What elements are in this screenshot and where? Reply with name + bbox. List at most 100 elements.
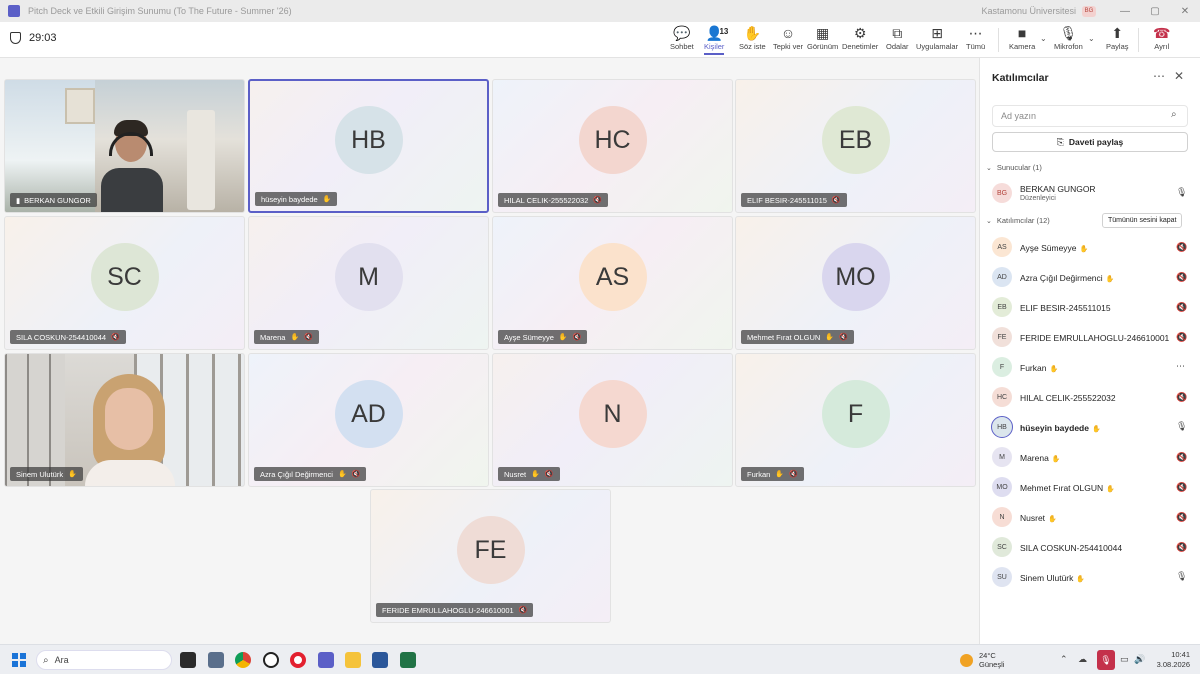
- leave-button[interactable]: ☎ Ayrıl: [1153, 25, 1170, 55]
- participant-row[interactable]: HB hüseyin baydede ✋ 🎙: [980, 414, 1200, 440]
- close-window-button[interactable]: ✕: [1170, 6, 1200, 17]
- video-tile-m[interactable]: M Marena ✋ 🔇: [248, 216, 489, 350]
- avatar: FE: [992, 327, 1012, 347]
- chevron-up-icon[interactable]: ⌃: [1060, 654, 1068, 665]
- search-icon: ⌕: [43, 654, 49, 666]
- participant-row[interactable]: FE FERIDE EMRULLAHOGLU-246610001 🔇: [980, 324, 1200, 350]
- teams-app-icon: [8, 5, 20, 17]
- chrome-icon[interactable]: [235, 652, 251, 668]
- tile-nameplate: Mehmet Fırat OLGUN ✋ 🔇: [741, 330, 854, 344]
- chatgpt-icon[interactable]: [263, 652, 279, 668]
- mute-all-button[interactable]: Tümünün sesini kapat: [1102, 213, 1183, 228]
- minimize-button[interactable]: —: [1110, 6, 1140, 17]
- more-button[interactable]: ⋯ Tümü: [966, 25, 985, 55]
- view-button[interactable]: ▦ Görünüm: [807, 25, 838, 55]
- participant-row[interactable]: AD Azra Çığıl Değirmenci ✋ 🔇: [980, 264, 1200, 290]
- video-tile-berkan[interactable]: ▮ BERKAN GUNGOR: [4, 79, 245, 213]
- opera-icon[interactable]: [290, 652, 306, 668]
- rooms-button[interactable]: ⧉ Odalar: [886, 25, 909, 55]
- avatar: M: [334, 243, 403, 311]
- video-tile-sinem[interactable]: Sinem Ulutürk ✋: [4, 353, 245, 487]
- raise-hand-button[interactable]: ✋ Söz iste: [739, 25, 766, 55]
- raised-hand-icon: ✋: [1049, 366, 1059, 373]
- participant-video: [83, 374, 179, 486]
- controls-icon: ⚙: [853, 25, 867, 41]
- participant-row[interactable]: F Furkan ✋ ⋯: [980, 354, 1200, 380]
- calculator-icon[interactable]: [208, 652, 224, 668]
- apps-button[interactable]: ⊞ Uygulamalar: [916, 25, 958, 55]
- video-tile-as[interactable]: AS Ayşe Sümeyye ✋ 🔇: [492, 216, 733, 350]
- display-icon[interactable]: ▭: [1120, 654, 1129, 665]
- temperature: 24°C: [979, 651, 996, 660]
- tile-nameplate: hüseyin baydede ✋: [255, 192, 338, 206]
- camera-button[interactable]: ■ Kamera: [1009, 25, 1035, 55]
- video-tile-hb[interactable]: HB hüseyin baydede ✋: [248, 79, 489, 213]
- avatar: SC: [90, 243, 159, 311]
- cloud-icon[interactable]: ☁: [1078, 654, 1087, 665]
- participant-row[interactable]: EB ELIF BESIR-245511015 🔇: [980, 294, 1200, 320]
- video-tile-eb[interactable]: EB ELIF BESIR-245511015 🔇: [735, 79, 976, 213]
- participant-row[interactable]: SC SILA COSKUN-254410044 🔇: [980, 534, 1200, 560]
- raised-hand-icon: ✋: [337, 471, 347, 478]
- raised-hand-icon: ✋: [558, 334, 568, 341]
- mic-off-icon: 🔇: [1176, 332, 1188, 342]
- participant-row[interactable]: HC HILAL CELIK-255522032 🔇: [980, 384, 1200, 410]
- controls-button[interactable]: ⚙ Denetimler: [842, 25, 878, 55]
- avatar: SC: [992, 537, 1012, 557]
- taskbar-search[interactable]: ⌕ Ara: [36, 650, 172, 670]
- raised-hand-icon: ✋: [825, 334, 835, 341]
- participant-row[interactable]: SU Sinem Ulutürk ✋ 🎙: [980, 564, 1200, 590]
- file-explorer-icon[interactable]: [345, 652, 361, 668]
- chat-icon: 💬: [673, 25, 691, 41]
- mic-off-icon: 🔇: [1176, 242, 1188, 252]
- raised-hand-icon: ✋: [1106, 486, 1115, 493]
- task-view-icon[interactable]: [180, 652, 196, 668]
- video-tile-mo[interactable]: MO Mehmet Fırat OLGUN ✋ 🔇: [735, 216, 976, 350]
- participant-row[interactable]: MO Mehmet Fırat OLGUN ✋ 🔇: [980, 474, 1200, 500]
- signal-icon: ▮: [16, 195, 21, 205]
- maximize-button[interactable]: ▢: [1140, 6, 1170, 17]
- video-tile-n[interactable]: N Nusret ✋ 🔇: [492, 353, 733, 487]
- avatar: AS: [578, 243, 647, 311]
- mic-off-icon: 🔇: [1176, 272, 1188, 282]
- avatar: HB: [334, 106, 403, 174]
- video-tile-ad[interactable]: AD Azra Çığıl Değirmenci ✋ 🔇: [248, 353, 489, 487]
- mic-options-chevron-icon[interactable]: ⌄: [1088, 34, 1095, 43]
- panel-more-icon[interactable]: ⋯: [1153, 69, 1165, 83]
- react-button[interactable]: ☺ Tepki ver: [773, 25, 803, 55]
- video-tile-f[interactable]: F Furkan ✋ 🔇: [735, 353, 976, 487]
- avatar: F: [821, 380, 890, 448]
- share-screen-button[interactable]: ⬆ Paylaş: [1106, 25, 1129, 55]
- people-button[interactable]: 👤 13 Kişiler: [704, 25, 728, 55]
- panel-close-icon[interactable]: ✕: [1174, 69, 1184, 83]
- video-tile-sc[interactable]: SC SILA COSKUN-254410044 🔇: [4, 216, 245, 350]
- mic-off-icon: 🔇: [572, 334, 582, 341]
- participant-row[interactable]: M Marena ✋ 🔇: [980, 444, 1200, 470]
- participant-row[interactable]: AS Ayşe Sümeyye ✋ 🔇: [980, 234, 1200, 260]
- word-icon[interactable]: [372, 652, 388, 668]
- participant-row[interactable]: BG BERKAN GUNGOR Düzenleyici 🎙: [980, 180, 1200, 206]
- participant-row[interactable]: N Nusret ✋ 🔇: [980, 504, 1200, 530]
- excel-icon[interactable]: [400, 652, 416, 668]
- presenters-section-toggle[interactable]: ⌄ Sunucular (1): [986, 163, 1042, 172]
- camera-options-chevron-icon[interactable]: ⌄: [1040, 34, 1047, 43]
- attendees-section-toggle[interactable]: ⌄ Katılımcılar (12): [986, 216, 1050, 225]
- weather-widget[interactable]: 24°C Güneşli: [960, 651, 1004, 669]
- avatar: HC: [578, 106, 647, 174]
- microphone-button[interactable]: 🎙 Mikrofon: [1054, 25, 1083, 55]
- chat-button[interactable]: 💬 Sohbet: [670, 25, 694, 55]
- share-invite-button[interactable]: ⎘ Daveti paylaş: [992, 132, 1188, 152]
- react-icon: ☺: [780, 25, 796, 41]
- taskbar-clock[interactable]: 10:41 3.08.2026: [1148, 650, 1190, 670]
- video-tile-fe[interactable]: FE FERIDE EMRULLAHOGLU-246610001 🔇: [370, 489, 611, 623]
- microphone-icon: 🎙: [1176, 421, 1188, 431]
- row-more-icon[interactable]: ⋯: [1176, 361, 1185, 372]
- profile-avatar[interactable]: BG: [1082, 5, 1096, 17]
- participant-search-input[interactable]: [992, 105, 1188, 127]
- windows-start-icon[interactable]: [12, 653, 26, 667]
- mic-off-icon: 🔇: [304, 334, 313, 341]
- video-tile-hc[interactable]: HC HILAL CELIK-255522032 🔇: [492, 79, 733, 213]
- teams-icon[interactable]: [318, 652, 334, 668]
- microphone-in-use-icon[interactable]: 🎙: [1097, 650, 1115, 670]
- speaker-icon[interactable]: 🔊: [1134, 654, 1145, 665]
